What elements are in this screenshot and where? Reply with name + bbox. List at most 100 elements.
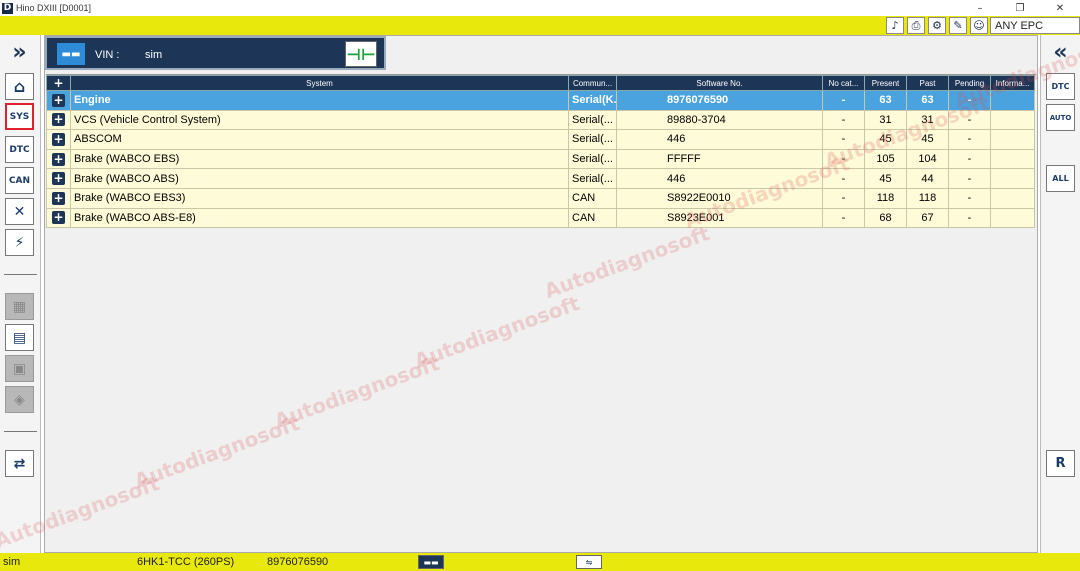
cell-system: ABSCOM	[70, 129, 569, 150]
cell-system: Engine	[70, 90, 569, 111]
maximize-button[interactable]: ❐	[1000, 0, 1040, 16]
epc-button[interactable]: ANY EPC	[990, 17, 1080, 34]
settings-disabled-icon[interactable]: ◈	[5, 386, 34, 413]
sidebar-divider	[4, 274, 37, 275]
col-no-category[interactable]: No cat...	[822, 75, 865, 91]
all-dtc-icon[interactable]: ALL	[1046, 165, 1075, 192]
auto-dtc-icon[interactable]: AUTO	[1046, 104, 1075, 131]
cell-past: 63	[906, 90, 949, 111]
can-icon[interactable]: CAN	[5, 167, 34, 194]
sys-icon[interactable]: SYS	[5, 103, 34, 130]
cell-software-no: FFFFF	[616, 148, 823, 170]
cell-past: 104	[906, 148, 949, 170]
flash-icon[interactable]: ⚡	[5, 229, 34, 256]
cell-software-no: S8923E001	[616, 207, 823, 229]
table-row[interactable]: + ABSCOM Serial(... 446-45 45-	[46, 129, 1035, 150]
sidebar-divider	[4, 431, 37, 432]
cell-no-category: -	[822, 129, 865, 150]
collapse-chevrons-icon[interactable]: «	[1046, 39, 1075, 66]
cell-present: 68	[864, 207, 907, 229]
cell-no-category: -	[822, 187, 865, 209]
gear-icon[interactable]: ⚙	[928, 17, 946, 34]
cell-pending: -	[948, 129, 991, 150]
left-sidebar: » ⌂ SYS DTC CAN ✕ ⚡ ▦ ▤ ▣ ◈ ⇄	[0, 35, 41, 553]
user-icon[interactable]: ☺	[970, 17, 988, 34]
col-system[interactable]: System	[70, 75, 569, 91]
cell-software-no: 8976076590	[616, 90, 823, 111]
cell-pending: -	[948, 109, 991, 131]
cell-communication: Serial(...	[568, 148, 617, 170]
print-icon[interactable]: ⎙	[907, 17, 925, 34]
worksheet-icon[interactable]: ▤	[5, 324, 34, 351]
replay-icon[interactable]: R	[1046, 450, 1075, 477]
vin-value: sim	[145, 49, 163, 61]
ecu-replace-icon[interactable]: ⇄	[5, 450, 34, 477]
window-controls: – ❐ ✕	[960, 0, 1080, 16]
cell-no-category: -	[822, 109, 865, 131]
table-header-row: + System Commun... Software No. No cat..…	[46, 75, 1035, 91]
expand-all-icon[interactable]: +	[46, 75, 71, 91]
module-disabled-icon[interactable]: ▦	[5, 293, 34, 320]
cell-system: Brake (WABCO ABS-E8)	[70, 207, 569, 229]
cell-system: Brake (WABCO EBS)	[70, 148, 569, 170]
cell-communication: Serial(K...	[568, 90, 617, 111]
lock-disabled-icon[interactable]: ▣	[5, 355, 34, 382]
expand-row-icon[interactable]: +	[46, 109, 71, 131]
cell-past: 45	[906, 129, 949, 150]
cell-information	[990, 109, 1035, 131]
cell-system: Brake (WABCO ABS)	[70, 168, 569, 189]
cell-information	[990, 207, 1035, 229]
status-bar: sim 6HK1-TCC (260PS) 8976076590 ▬▬ ⇋	[0, 553, 1080, 571]
status-engine: 6HK1-TCC (260PS)	[137, 556, 235, 568]
expand-row-icon[interactable]: +	[46, 207, 71, 229]
cell-pending: -	[948, 90, 991, 111]
top-toolbar: ♪ ⎙ ⚙ ✎ ☺ ANY EPC	[0, 16, 1080, 35]
cell-communication: CAN	[568, 207, 617, 229]
col-information[interactable]: Informa...	[990, 75, 1035, 91]
col-software-no[interactable]: Software No.	[616, 75, 823, 91]
table-row[interactable]: + VCS (Vehicle Control System) Serial(... 8…	[46, 109, 1035, 131]
home-icon[interactable]: ⌂	[5, 73, 34, 100]
systems-table: + System Commun... Software No. No cat..…	[46, 75, 1035, 229]
table-row[interactable]: +EngineSerial(K...8976076590-6363-	[46, 90, 1035, 111]
col-communication[interactable]: Commun...	[568, 75, 617, 91]
cell-information	[990, 187, 1035, 209]
cell-information	[990, 129, 1035, 150]
expand-row-icon[interactable]: +	[46, 148, 71, 170]
tools-icon[interactable]: ✕	[5, 198, 34, 225]
connect-icon[interactable]: ⊣⊢	[345, 41, 377, 67]
sound-icon[interactable]: ♪	[886, 17, 904, 34]
table-row[interactable]: + Brake (WABCO EBS3) CAN S8922E0010-118 118-	[46, 187, 1035, 209]
edit-icon[interactable]: ✎	[949, 17, 967, 34]
systems-table-container: + System Commun... Software No. No cat..…	[46, 74, 1036, 552]
expand-row-icon[interactable]: +	[46, 129, 71, 150]
cell-pending: -	[948, 168, 991, 189]
expand-chevrons-icon[interactable]: »	[5, 39, 34, 66]
cell-no-category: -	[822, 90, 865, 111]
vehicle-status-icon: ▬▬	[418, 555, 444, 569]
col-pending[interactable]: Pending	[948, 75, 991, 91]
cell-communication: Serial(...	[568, 109, 617, 131]
close-button[interactable]: ✕	[1040, 0, 1080, 16]
cell-no-category: -	[822, 207, 865, 229]
expand-row-icon[interactable]: +	[46, 90, 71, 111]
minimize-button[interactable]: –	[960, 0, 1000, 16]
cell-software-no: 89880-3704	[616, 109, 823, 131]
table-row[interactable]: + Brake (WABCO ABS-E8) CAN S8923E001-68 67-	[46, 207, 1035, 229]
col-past[interactable]: Past	[906, 75, 949, 91]
dtc-icon[interactable]: DTC	[5, 136, 34, 163]
cell-present: 118	[864, 187, 907, 209]
expand-row-icon[interactable]: +	[46, 187, 71, 209]
cell-information	[990, 148, 1035, 170]
status-mode: sim	[3, 556, 21, 568]
cell-communication: Serial(...	[568, 168, 617, 189]
dtc-clear-icon[interactable]: DTC	[1046, 73, 1075, 100]
right-sidebar: « DTC AUTO ALL R	[1040, 35, 1080, 553]
cell-past: 67	[906, 207, 949, 229]
vin-panel: ▬▬ VIN : sim ⊣⊢	[45, 36, 386, 70]
expand-row-icon[interactable]: +	[46, 168, 71, 189]
cell-communication: CAN	[568, 187, 617, 209]
table-row[interactable]: + Brake (WABCO EBS) Serial(... FFFFF -105 104…	[46, 148, 1035, 170]
table-row[interactable]: + Brake (WABCO ABS) Serial(... 446-45 44-	[46, 168, 1035, 189]
col-present[interactable]: Present	[864, 75, 907, 91]
